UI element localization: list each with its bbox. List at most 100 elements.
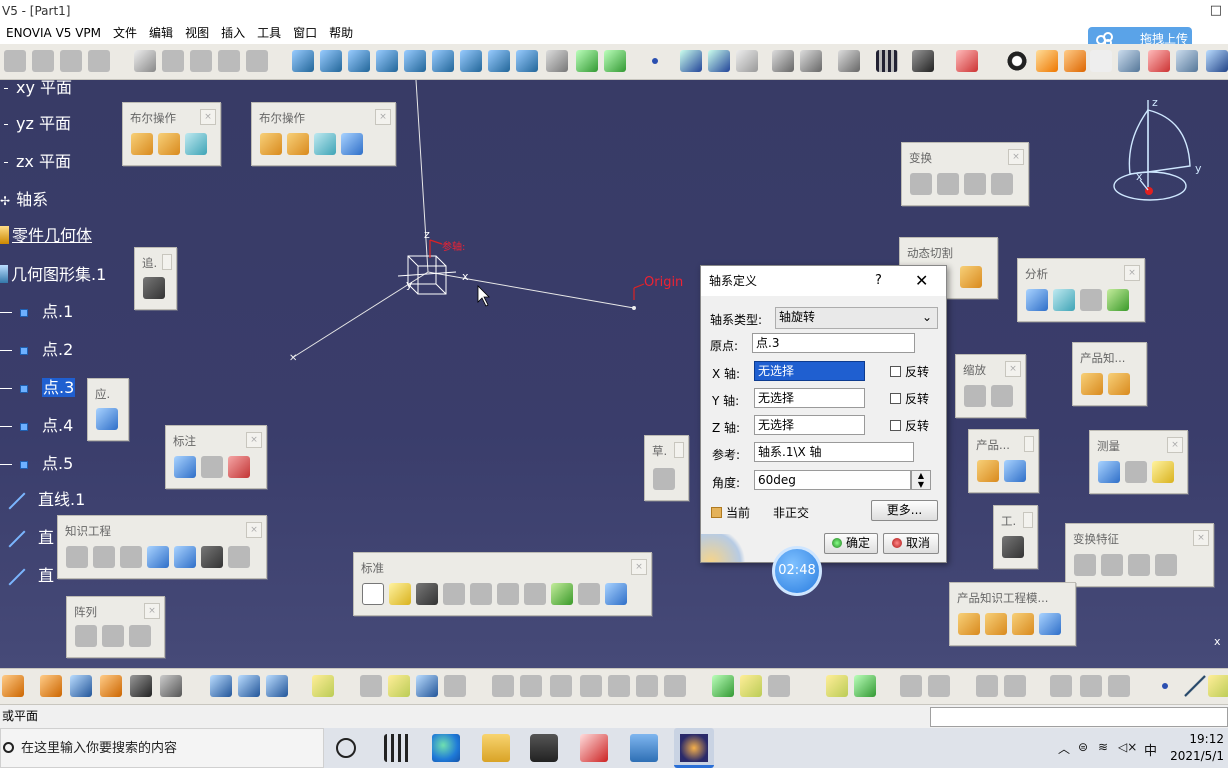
powercopy-icon[interactable] bbox=[740, 675, 762, 697]
spline-icon[interactable] bbox=[680, 50, 702, 72]
catalog-save-icon[interactable] bbox=[1012, 613, 1034, 635]
template-icon[interactable] bbox=[958, 613, 980, 635]
offset-icon[interactable] bbox=[388, 675, 410, 697]
zoom-in-icon[interactable] bbox=[404, 50, 426, 72]
user-feature-icon[interactable] bbox=[768, 675, 790, 697]
command-input[interactable] bbox=[930, 707, 1228, 727]
tree-item-point-5[interactable]: 点.5 bbox=[0, 450, 73, 474]
menu-enovia[interactable]: ENOVIA V5 VPM bbox=[0, 22, 107, 44]
cortana-icon[interactable] bbox=[336, 738, 356, 758]
split-icon[interactable] bbox=[444, 675, 466, 697]
close-icon[interactable] bbox=[162, 254, 172, 270]
plane-tool-icon[interactable] bbox=[100, 675, 122, 697]
enovia-refresh-icon[interactable] bbox=[60, 50, 82, 72]
catalog-icon[interactable] bbox=[134, 50, 156, 72]
line-tool-icon[interactable] bbox=[1184, 675, 1206, 697]
tree-item-geometrical-set[interactable]: 几何图形集.1 bbox=[0, 261, 106, 285]
shading-icon[interactable] bbox=[546, 50, 568, 72]
catia-task-button[interactable] bbox=[674, 728, 714, 768]
rule-icon[interactable] bbox=[120, 546, 142, 568]
remove-face-icon[interactable] bbox=[664, 675, 686, 697]
tools-icon[interactable] bbox=[580, 734, 608, 762]
tree-item-part-body[interactable]: 零件几何体 bbox=[0, 222, 92, 246]
close-icon[interactable]: × bbox=[246, 522, 262, 538]
sweep-icon[interactable] bbox=[708, 50, 730, 72]
rotate-icon[interactable] bbox=[937, 173, 959, 195]
camera-icon[interactable] bbox=[143, 277, 165, 299]
circ-pattern-icon[interactable] bbox=[102, 625, 124, 647]
close-icon[interactable]: × bbox=[200, 109, 216, 125]
tree-item-zx-plane[interactable]: zx 平面 bbox=[4, 148, 71, 172]
pocket-icon[interactable] bbox=[800, 50, 822, 72]
multi-view-icon[interactable] bbox=[488, 50, 510, 72]
x-axis-field[interactable]: 无选择 bbox=[754, 361, 865, 381]
product-icon[interactable] bbox=[956, 50, 978, 72]
pan-icon[interactable] bbox=[348, 50, 370, 72]
iso-view-icon[interactable] bbox=[516, 50, 538, 72]
measure-item-icon[interactable] bbox=[1125, 461, 1147, 483]
menu-file[interactable]: 文件 bbox=[107, 22, 143, 44]
remove-lump-icon[interactable] bbox=[341, 133, 363, 155]
catia-logo-icon[interactable] bbox=[1006, 50, 1028, 72]
check-icon[interactable] bbox=[246, 50, 268, 72]
mirror-icon[interactable] bbox=[1101, 554, 1123, 576]
rotate-icon[interactable] bbox=[376, 50, 398, 72]
product-template-icon[interactable] bbox=[1081, 373, 1103, 395]
recording-timer[interactable]: 02:48 bbox=[772, 546, 822, 596]
add-icon[interactable] bbox=[158, 133, 180, 155]
y-axis-field[interactable]: 无选择 bbox=[754, 388, 865, 408]
translation-icon[interactable] bbox=[1074, 554, 1096, 576]
close-icon[interactable]: × bbox=[1193, 530, 1209, 546]
sketcher-icon[interactable] bbox=[653, 468, 675, 490]
law-icon[interactable] bbox=[174, 546, 196, 568]
y-reverse-checkbox[interactable]: 反转 bbox=[890, 390, 929, 407]
draft-analysis-icon[interactable] bbox=[1026, 289, 1048, 311]
sketch-plane-icon[interactable] bbox=[210, 675, 232, 697]
close-icon[interactable]: × bbox=[375, 109, 391, 125]
3d-viewport[interactable]: 参轴: Origin x z y ✕ z y x x xy 平面 yz 平面 z… bbox=[0, 80, 1228, 668]
remote-icon[interactable] bbox=[630, 734, 658, 762]
file-explorer-icon[interactable] bbox=[482, 734, 510, 762]
surface-analysis-icon[interactable] bbox=[1107, 289, 1129, 311]
close-button[interactable]: ✕ bbox=[915, 266, 928, 296]
tree-item-yz-plane[interactable]: yz 平面 bbox=[4, 110, 71, 134]
intersect-icon[interactable] bbox=[287, 133, 309, 155]
thread-analysis-icon[interactable] bbox=[1080, 289, 1102, 311]
plane-tool-icon[interactable] bbox=[1118, 50, 1140, 72]
fit-all-icon[interactable] bbox=[320, 50, 342, 72]
tree-item-line-2[interactable]: 直 bbox=[6, 524, 54, 548]
scale-feature-icon[interactable] bbox=[1155, 554, 1177, 576]
scaling-icon[interactable] bbox=[964, 385, 986, 407]
tray-chevron-icon[interactable]: ︿ bbox=[1058, 740, 1070, 757]
snap-icon[interactable] bbox=[1148, 50, 1170, 72]
thread-icon[interactable] bbox=[636, 675, 658, 697]
network-icon[interactable]: ⊜ bbox=[1078, 740, 1088, 754]
assembly-icon[interactable] bbox=[838, 50, 860, 72]
wifi-icon[interactable]: ≋ bbox=[1098, 740, 1108, 754]
taskbar-clock[interactable]: 19:12 2021/5/1 bbox=[1170, 731, 1224, 765]
axis-system-icon[interactable] bbox=[1064, 50, 1086, 72]
apply-material-icon[interactable] bbox=[96, 408, 118, 430]
current-checkbox[interactable]: 当前 bbox=[711, 504, 750, 521]
intersection-icon[interactable] bbox=[160, 675, 182, 697]
pad-icon[interactable] bbox=[772, 50, 794, 72]
projection-icon[interactable] bbox=[130, 675, 152, 697]
close-icon[interactable] bbox=[674, 442, 684, 458]
union-trim-icon[interactable] bbox=[314, 133, 336, 155]
new-icon[interactable] bbox=[362, 583, 384, 605]
close-icon[interactable] bbox=[1024, 436, 1034, 452]
help-button[interactable]: ? bbox=[875, 266, 882, 296]
close-icon[interactable] bbox=[1023, 512, 1033, 528]
compass-widget[interactable] bbox=[1113, 100, 1191, 201]
compass-tool-icon[interactable] bbox=[912, 50, 934, 72]
flag-note-icon[interactable] bbox=[201, 456, 223, 478]
rect-pattern-icon[interactable] bbox=[75, 625, 97, 647]
point-icon[interactable] bbox=[652, 58, 658, 64]
comment-icon[interactable] bbox=[93, 546, 115, 568]
open-icon[interactable] bbox=[389, 583, 411, 605]
units-icon[interactable] bbox=[1090, 50, 1112, 72]
constraint-icon[interactable] bbox=[238, 675, 260, 697]
assemble-icon[interactable] bbox=[131, 133, 153, 155]
store-icon[interactable] bbox=[530, 734, 558, 762]
tree-item-line-1[interactable]: 直线.1 bbox=[6, 486, 85, 510]
